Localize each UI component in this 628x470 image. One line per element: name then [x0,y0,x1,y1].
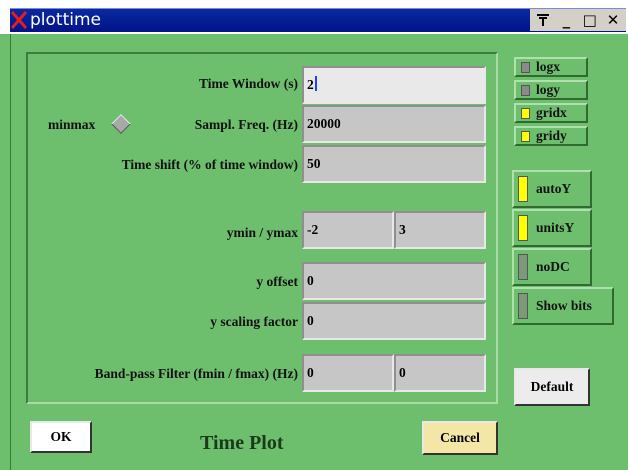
showbits-toggle[interactable]: Show bits [512,287,614,325]
autoy-toggle[interactable]: autoY [512,170,592,208]
time-window-input[interactable]: 2 [302,66,486,104]
sampl-freq-input[interactable]: 20000 [302,105,486,143]
logy-checkbox[interactable]: logy [514,80,588,100]
gridx-label: gridx [536,105,567,120]
gridx-indicator [521,107,530,119]
autoy-indicator [518,176,528,202]
minimize-button[interactable]: _ [555,10,577,30]
fmax-input[interactable]: 0 [394,354,486,392]
logy-label: logy [536,82,561,97]
x-app-icon [11,11,27,29]
nodc-toggle[interactable]: noDC [512,248,592,286]
minmax-label: minmax [48,117,96,132]
ymin-input[interactable]: -2 [302,211,394,249]
logx-checkbox[interactable]: logx [514,57,588,77]
nodc-indicator [518,254,528,280]
sampl-freq-label: Sampl. Freq. (Hz) [194,117,298,132]
default-button[interactable]: Default [514,368,590,406]
nodc-label: noDC [536,259,570,274]
logx-label: logx [536,59,561,74]
showbits-label: Show bits [536,298,592,313]
window-title: plottime [30,10,101,30]
cancel-button[interactable]: Cancel [422,421,498,455]
ymin-ymax-label: ymin / ymax [226,225,298,240]
gridy-checkbox[interactable]: gridy [514,126,588,146]
window-controls: _ □ ✕ [530,9,626,31]
title-bar: plottime _ □ ✕ [0,0,628,34]
ok-button[interactable]: OK [30,421,92,453]
gridy-indicator [521,130,530,142]
y-scaling-label: y scaling factor [210,314,298,329]
fmin-input[interactable]: 0 [302,354,394,392]
close-button[interactable]: ✕ [602,10,624,30]
pin-icon[interactable] [532,10,554,30]
gridx-checkbox[interactable]: gridx [514,103,588,123]
dialog-footer-title: Time Plot [200,432,284,454]
time-window-value: 2 [307,77,314,92]
y-offset-input[interactable]: 0 [302,262,486,300]
showbits-indicator [518,293,528,319]
time-window-label: Time Window (s) [198,76,298,91]
logy-indicator [521,84,530,96]
y-offset-label: y offset [256,274,298,289]
autoy-label: autoY [536,181,572,196]
time-shift-input[interactable]: 50 [302,145,486,183]
unitsy-indicator [518,215,528,241]
bandpass-label: Band-pass Filter (fmin / fmax) (Hz) [94,366,298,381]
gridy-label: gridy [536,128,567,143]
text-caret [314,76,317,91]
ymax-input[interactable]: 3 [394,211,486,249]
maximize-button[interactable]: □ [579,10,601,30]
unitsy-label: unitsY [536,220,575,235]
y-scaling-input[interactable]: 0 [302,302,486,340]
logx-indicator [521,61,530,73]
unitsy-toggle[interactable]: unitsY [512,209,592,247]
time-shift-label: Time shift (% of time window) [121,157,298,172]
